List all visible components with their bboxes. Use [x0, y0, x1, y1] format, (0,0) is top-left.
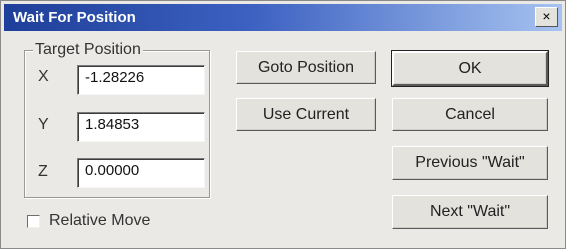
next-wait-button[interactable]: Next "Wait": [392, 195, 548, 229]
previous-wait-button[interactable]: Previous "Wait": [392, 146, 548, 180]
target-position-legend: Target Position: [33, 41, 143, 59]
cancel-button[interactable]: Cancel: [392, 98, 548, 131]
y-label: Y: [38, 116, 49, 133]
dialog-title: Wait For Position: [13, 9, 136, 26]
close-icon: ×: [542, 8, 551, 24]
y-input[interactable]: 1.84853: [77, 112, 205, 142]
x-label: X: [38, 68, 49, 85]
ok-button[interactable]: OK: [391, 50, 549, 87]
wait-for-position-dialog: Wait For Position × Target Position X -1…: [0, 0, 566, 249]
use-current-button[interactable]: Use Current: [236, 98, 376, 131]
close-button[interactable]: ×: [535, 7, 558, 27]
z-input[interactable]: 0.00000: [77, 158, 205, 188]
relative-move-label[interactable]: Relative Move: [49, 212, 150, 230]
goto-position-button[interactable]: Goto Position: [236, 51, 376, 84]
x-input[interactable]: -1.28226: [77, 65, 205, 95]
title-bar[interactable]: Wait For Position ×: [4, 4, 562, 31]
relative-move-checkbox[interactable]: [27, 215, 40, 228]
z-label: Z: [38, 163, 48, 180]
